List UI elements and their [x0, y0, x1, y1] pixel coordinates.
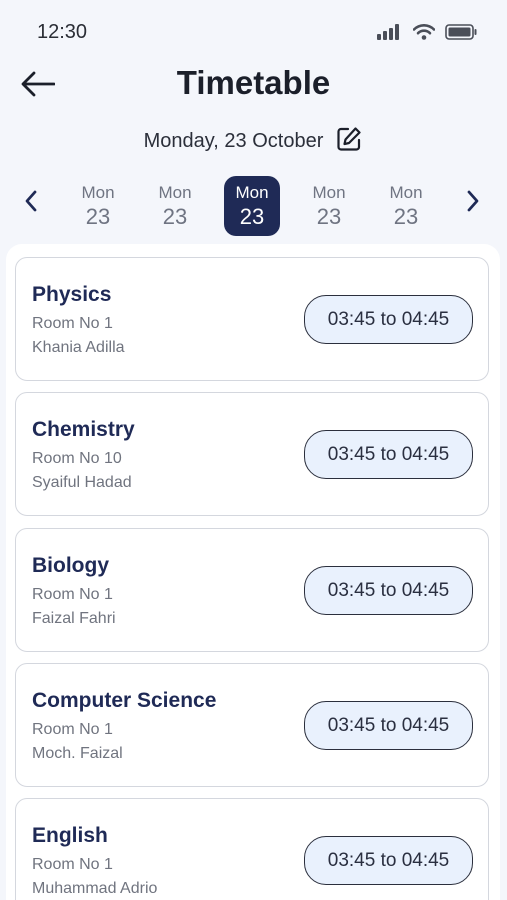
day-number: 23	[85, 203, 111, 229]
class-teacher: Faizal Fahri	[32, 610, 116, 627]
class-teacher: Syaiful Hadad	[32, 474, 132, 491]
class-room: Room No 1	[32, 315, 113, 332]
chevron-left-icon	[24, 190, 38, 217]
class-room: Room No 1	[32, 586, 113, 603]
day-number: 23	[239, 203, 265, 229]
class-card[interactable]: Chemistry Room No 10 Syaiful Hadad 03:45…	[15, 392, 489, 516]
header: Timetable	[0, 62, 507, 112]
day-number: 23	[316, 203, 342, 229]
class-room: Room No 1	[32, 856, 113, 873]
day-item[interactable]: Mon 23	[378, 176, 434, 236]
day-item[interactable]: Mon 23	[70, 176, 126, 236]
class-subject: Chemistry	[32, 418, 135, 441]
class-time-pill[interactable]: 03:45 to 04:45	[304, 430, 473, 479]
next-days-button[interactable]	[456, 186, 490, 220]
day-item[interactable]: Mon 23	[301, 176, 357, 236]
class-time-pill[interactable]: 03:45 to 04:45	[304, 295, 473, 344]
day-item-selected[interactable]: Mon 23	[224, 176, 280, 236]
status-icons	[377, 24, 477, 45]
class-teacher: Khania Adilla	[32, 339, 125, 356]
day-name: Mon	[235, 182, 269, 202]
battery-icon	[445, 24, 477, 45]
class-time-pill[interactable]: 03:45 to 04:45	[304, 836, 473, 885]
page-title: Timetable	[176, 64, 331, 101]
class-room: Room No 10	[32, 450, 122, 467]
class-subject: English	[32, 824, 108, 847]
class-card[interactable]: English Room No 1 Muhammad Adrio 03:45 t…	[15, 798, 489, 900]
day-name: Mon	[312, 182, 346, 202]
current-date-label: Monday, 23 October	[143, 129, 324, 152]
previous-days-button[interactable]	[14, 186, 48, 220]
day-number: 23	[162, 203, 188, 229]
class-time-pill[interactable]: 03:45 to 04:45	[304, 701, 473, 750]
chevron-right-icon	[466, 190, 480, 217]
class-teacher: Muhammad Adrio	[32, 880, 158, 897]
day-item[interactable]: Mon 23	[147, 176, 203, 236]
class-subject: Computer Science	[32, 689, 217, 712]
day-name: Mon	[158, 182, 192, 202]
class-teacher: Moch. Faizal	[32, 745, 123, 762]
day-strip: Mon 23 Mon 23 Mon 23 Mon 23 Mon 23	[0, 172, 507, 238]
class-room: Room No 1	[32, 721, 113, 738]
class-subject: Biology	[32, 554, 109, 577]
signal-icon	[377, 24, 403, 45]
date-selector: Monday, 23 October	[0, 124, 507, 158]
class-card[interactable]: Computer Science Room No 1 Moch. Faizal …	[15, 663, 489, 787]
class-subject: Physics	[32, 283, 112, 306]
day-name: Mon	[81, 182, 115, 202]
class-card[interactable]: Biology Room No 1 Faizal Fahri 03:45 to …	[15, 528, 489, 652]
edit-date-button[interactable]	[335, 126, 363, 157]
status-time: 12:30	[37, 21, 88, 43]
class-card[interactable]: Physics Room No 1 Khania Adilla 03:45 to…	[15, 257, 489, 381]
status-bar: 12:30	[0, 0, 507, 62]
day-name: Mon	[389, 182, 423, 202]
wifi-icon	[412, 24, 436, 45]
day-number: 23	[393, 203, 419, 229]
class-time-pill[interactable]: 03:45 to 04:45	[304, 566, 473, 615]
edit-icon	[336, 126, 362, 157]
